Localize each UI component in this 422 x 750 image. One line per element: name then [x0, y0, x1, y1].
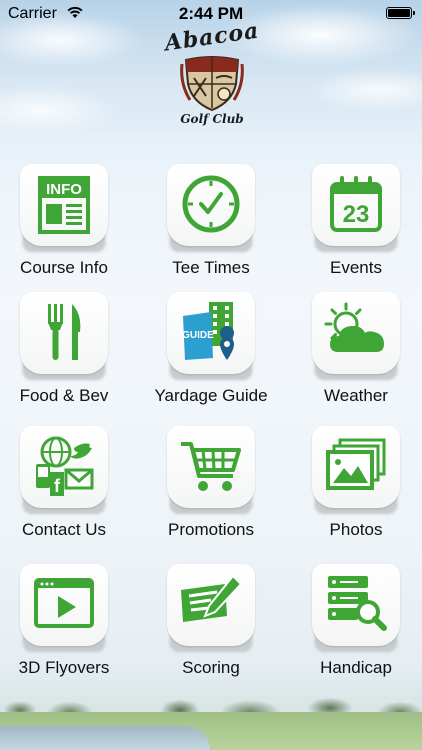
tile-label: Events — [330, 258, 382, 277]
golf-course-landscape — [0, 684, 422, 750]
menu-tile-yardage-guide[interactable]: GUIDE Yardage Guide — [141, 288, 281, 418]
status-time: 2:44 PM — [178, 4, 244, 23]
tile-card: INFO — [18, 164, 110, 254]
menu-tile-scoring[interactable]: Scoring — [141, 560, 281, 690]
sun-cloud-icon — [324, 302, 384, 352]
tile-label: 3D Flyovers — [18, 658, 110, 677]
contact-social-icon: f — [36, 436, 94, 496]
tile-card: 23 — [310, 164, 402, 254]
photos-icon — [326, 438, 386, 490]
svg-text:f: f — [54, 476, 61, 496]
logo-subtitle: Golf Club — [180, 112, 244, 126]
guide-text: GUIDE — [182, 330, 214, 341]
tile-card — [310, 292, 402, 382]
yardage-guide-icon: GUIDE — [182, 302, 235, 360]
fork-knife-icon — [48, 304, 81, 360]
calendar-day: 23 — [343, 201, 370, 228]
tile-card — [18, 292, 110, 382]
battery-icon — [386, 7, 415, 19]
video-player-icon — [34, 578, 94, 628]
tile-label: Course Info — [20, 258, 108, 277]
tile-label: Weather — [324, 386, 388, 405]
tile-card — [165, 564, 257, 654]
clock-icon — [182, 175, 240, 233]
menu-tile-3d-flyovers[interactable]: 3D Flyovers — [0, 560, 134, 690]
tile-label: Tee Times — [172, 258, 250, 277]
menu-tile-food-bev[interactable]: Food & Bev — [0, 288, 134, 418]
tile-card — [18, 564, 110, 654]
tile-label: Yardage Guide — [154, 386, 268, 405]
info-document-icon: INFO — [38, 176, 90, 234]
menu-tile-handicap[interactable]: Handicap — [286, 560, 422, 690]
tile-label: Photos — [329, 520, 383, 539]
calendar-icon: 23 — [330, 176, 382, 232]
crest-icon — [180, 56, 244, 112]
tile-card — [165, 164, 257, 254]
tile-card — [310, 426, 402, 516]
tile-label: Promotions — [168, 520, 254, 539]
tile-label: Food & Bev — [19, 386, 109, 405]
menu-tile-promotions[interactable]: Promotions — [141, 422, 281, 552]
club-logo: Abacoa Golf Club — [160, 18, 264, 130]
tile-label: Scoring — [182, 658, 240, 677]
menu-tile-course-info[interactable]: INFO Course Info — [0, 160, 134, 290]
shopping-cart-icon — [181, 442, 241, 491]
menu-tile-tee-times[interactable]: Tee Times — [141, 160, 281, 290]
menu-tile-weather[interactable]: Weather — [286, 288, 422, 418]
scorecard-pencil-icon — [181, 574, 243, 622]
svg-text:INFO: INFO — [46, 181, 82, 198]
tile-label: Contact Us — [21, 520, 107, 539]
tile-label: Handicap — [320, 658, 392, 677]
tile-card: GUIDE — [165, 292, 257, 382]
handicap-search-icon — [328, 576, 387, 631]
menu-tile-events[interactable]: 23 Events — [286, 160, 422, 290]
menu-tile-contact-us[interactable]: f Contact Us — [0, 422, 134, 552]
tile-card — [310, 564, 402, 654]
tile-card: f — [18, 426, 110, 516]
tile-card — [165, 426, 257, 516]
menu-tile-photos[interactable]: Photos — [286, 422, 422, 552]
